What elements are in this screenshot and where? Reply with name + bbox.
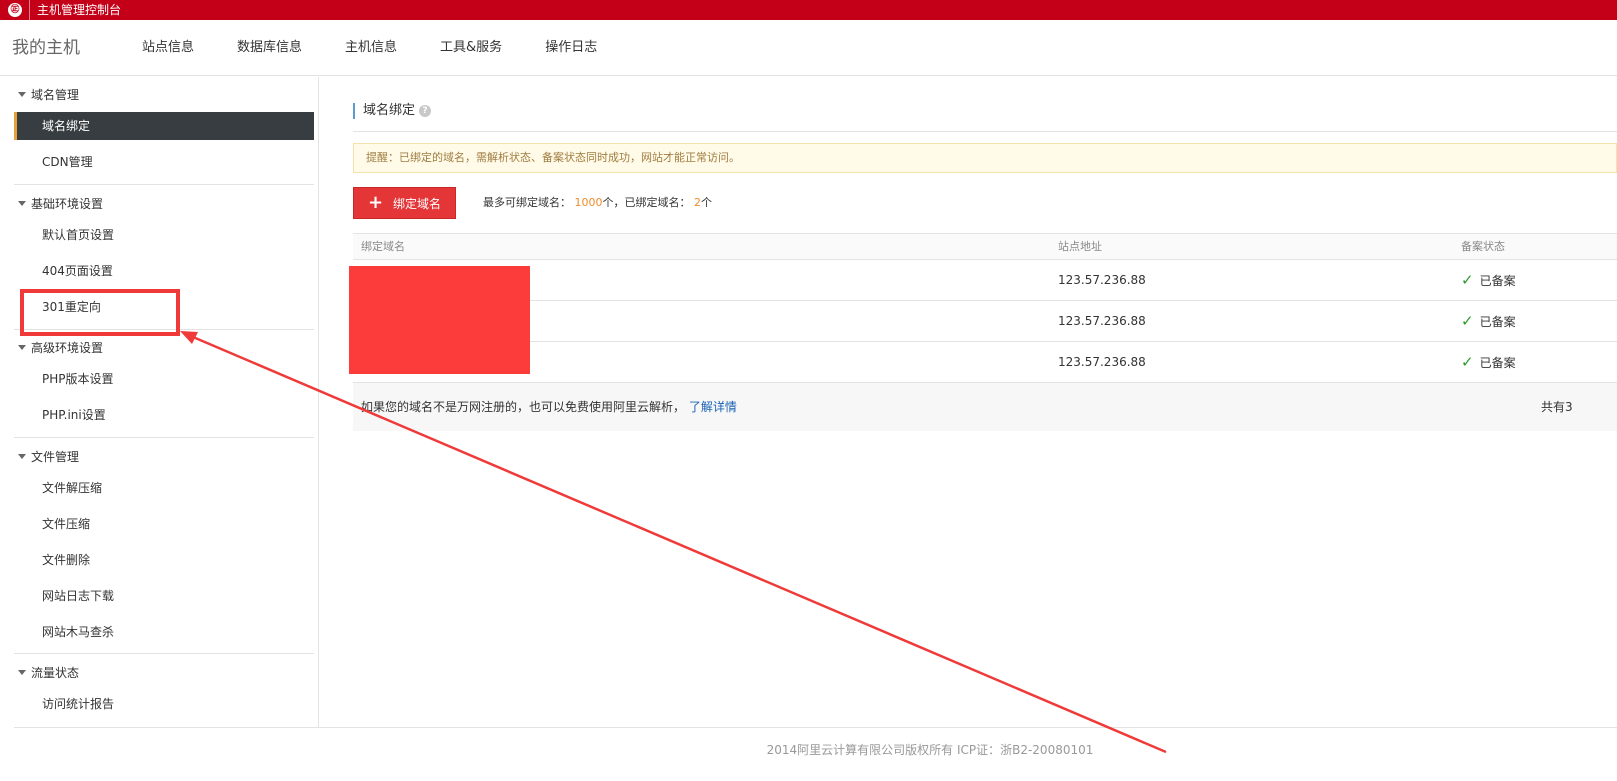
logo-icon[interactable]: ㊣: [4, 0, 26, 20]
help-icon[interactable]: ?: [419, 105, 432, 117]
main-content: 域名绑定 ? 提醒：已绑定的域名，需解析状态、备案状态同时成功，网站才能正常访问…: [353, 77, 1617, 727]
copyright-footer: 2014阿里云计算有限公司版权所有 ICP证：浙B2-20080101: [766, 743, 1094, 757]
sidebar-group-label: 高级环境设置: [31, 340, 104, 355]
column-header-domain: 绑定域名: [361, 240, 405, 253]
nav-site-info[interactable]: 站点信息: [142, 20, 194, 76]
sidebar-item-php-ini[interactable]: PHP.ini设置: [14, 401, 314, 429]
learn-more-link[interactable]: 了解详情: [689, 400, 737, 414]
header: 我的主机 站点信息 数据库信息 主机信息 工具&服务 操作日志: [0, 20, 1617, 76]
quota-bound-unit: 个: [701, 196, 712, 209]
caret-down-icon: [18, 200, 26, 206]
console-title[interactable]: 主机管理控制台: [37, 0, 121, 20]
notice-banner: 提醒：已绑定的域名，需解析状态、备案状态同时成功，网站才能正常访问。: [353, 143, 1617, 173]
quota-bound-label: 已绑定域名：: [624, 196, 691, 209]
sidebar-group-advanced-env[interactable]: 高级环境设置: [18, 337, 103, 357]
top-bar: ㊣ 主机管理控制台: [0, 0, 1617, 20]
sidebar-item-404-page[interactable]: 404页面设置: [14, 257, 314, 285]
sidebar-group-label: 流量状态: [31, 665, 80, 680]
sidebar-item-default-page[interactable]: 默认首页设置: [14, 221, 314, 249]
quota-bound-value: 2: [694, 196, 701, 209]
table-row: 123.57.236.88 ✓ 已备案: [353, 301, 1617, 342]
sidebar-item-file-unzip[interactable]: 文件解压缩: [14, 474, 314, 502]
column-header-status: 备案状态: [1461, 240, 1505, 253]
status-cell: ✓ 已备案: [1461, 342, 1516, 383]
sidebar-group-domain[interactable]: 域名管理: [18, 84, 79, 104]
caret-down-icon: [18, 669, 26, 675]
sidebar-item-file-delete[interactable]: 文件删除: [14, 546, 314, 574]
nav-database-info[interactable]: 数据库信息: [237, 20, 302, 76]
sidebar-divider: [14, 653, 314, 654]
total-count: 共有3: [1541, 400, 1573, 414]
check-icon: ✓: [1461, 312, 1474, 330]
table-row: 123.57.236.88 ✓ 已备案: [353, 342, 1617, 383]
domain-table: 绑定域名 站点地址 备案状态 123.57.236.88 ✓ 已备案 123.57…: [353, 233, 1617, 431]
sidebar-item-php-version[interactable]: PHP版本设置: [14, 365, 314, 393]
sidebar-divider: [14, 437, 314, 438]
status-text: 已备案: [1479, 274, 1516, 288]
sidebar-group-label: 文件管理: [31, 449, 80, 464]
sidebar: 域名管理 域名绑定 CDN管理 基础环境设置 默认首页设置 404页面设置 30…: [0, 77, 319, 727]
address-cell: 123.57.236.88: [1058, 314, 1146, 328]
check-icon: ✓: [1461, 353, 1474, 371]
caret-down-icon: [18, 453, 26, 459]
sidebar-group-basic-env[interactable]: 基础环境设置: [18, 193, 103, 213]
sidebar-item-file-zip[interactable]: 文件压缩: [14, 510, 314, 538]
page-title: 域名绑定 ?: [353, 103, 432, 119]
sidebar-item-traffic-report[interactable]: 访问统计报告: [14, 690, 314, 718]
redaction-block: [349, 266, 530, 374]
table-footer: 如果您的域名不是万网注册的，也可以免费使用阿里云解析， 了解详情 共有3: [353, 383, 1617, 431]
sidebar-group-traffic[interactable]: 流量状态: [18, 662, 79, 682]
address-cell: 123.57.236.88: [1058, 273, 1146, 287]
sidebar-divider: [14, 184, 314, 185]
bind-domain-button[interactable]: + 绑定域名: [353, 187, 456, 219]
sidebar-group-label: 基础环境设置: [31, 196, 104, 211]
quota-max-value: 1000: [574, 196, 603, 209]
nav-host-info[interactable]: 主机信息: [345, 20, 397, 76]
column-header-address: 站点地址: [1058, 240, 1102, 253]
plus-icon: +: [367, 192, 384, 213]
domain-quota: 最多可绑定域名： 1000个，已绑定域名： 2个: [483, 195, 712, 211]
status-cell: ✓ 已备案: [1461, 260, 1516, 301]
quota-max-unit: 个，: [602, 196, 625, 209]
status-text: 已备案: [1479, 356, 1516, 370]
dns-hint-text: 如果您的域名不是万网注册的，也可以免费使用阿里云解析，: [361, 400, 686, 414]
check-icon: ✓: [1461, 271, 1474, 289]
brand-title[interactable]: 我的主机: [12, 20, 80, 76]
main-nav: 站点信息 数据库信息 主机信息 工具&服务 操作日志: [142, 20, 640, 76]
quota-max-label: 最多可绑定域名：: [483, 196, 571, 209]
page-title-text: 域名绑定: [363, 103, 416, 118]
sidebar-item-cdn[interactable]: CDN管理: [14, 148, 314, 176]
status-cell: ✓ 已备案: [1461, 301, 1516, 342]
nav-operation-log[interactable]: 操作日志: [545, 20, 597, 76]
bind-domain-label: 绑定域名: [393, 196, 442, 211]
topbar-divider: [29, 0, 30, 20]
sidebar-item-trojan-scan[interactable]: 网站木马查杀: [14, 618, 314, 646]
sidebar-item-log-download[interactable]: 网站日志下载: [14, 582, 314, 610]
table-row: 123.57.236.88 ✓ 已备案: [353, 260, 1617, 301]
sidebar-item-domain-binding[interactable]: 域名绑定: [14, 112, 314, 140]
title-divider: [353, 131, 1617, 132]
table-header: 绑定域名 站点地址 备案状态: [353, 233, 1617, 260]
annotation-highlight-box: [20, 289, 180, 336]
status-text: 已备案: [1479, 315, 1516, 329]
caret-down-icon: [18, 91, 26, 97]
caret-down-icon: [18, 344, 26, 350]
nav-tools-services[interactable]: 工具&服务: [440, 20, 502, 76]
sidebar-group-label: 域名管理: [31, 87, 80, 102]
sidebar-group-file-mgmt[interactable]: 文件管理: [18, 446, 79, 466]
address-cell: 123.57.236.88: [1058, 355, 1146, 369]
logo-glyph: ㊣: [8, 3, 22, 17]
footer-divider: [14, 727, 1617, 728]
